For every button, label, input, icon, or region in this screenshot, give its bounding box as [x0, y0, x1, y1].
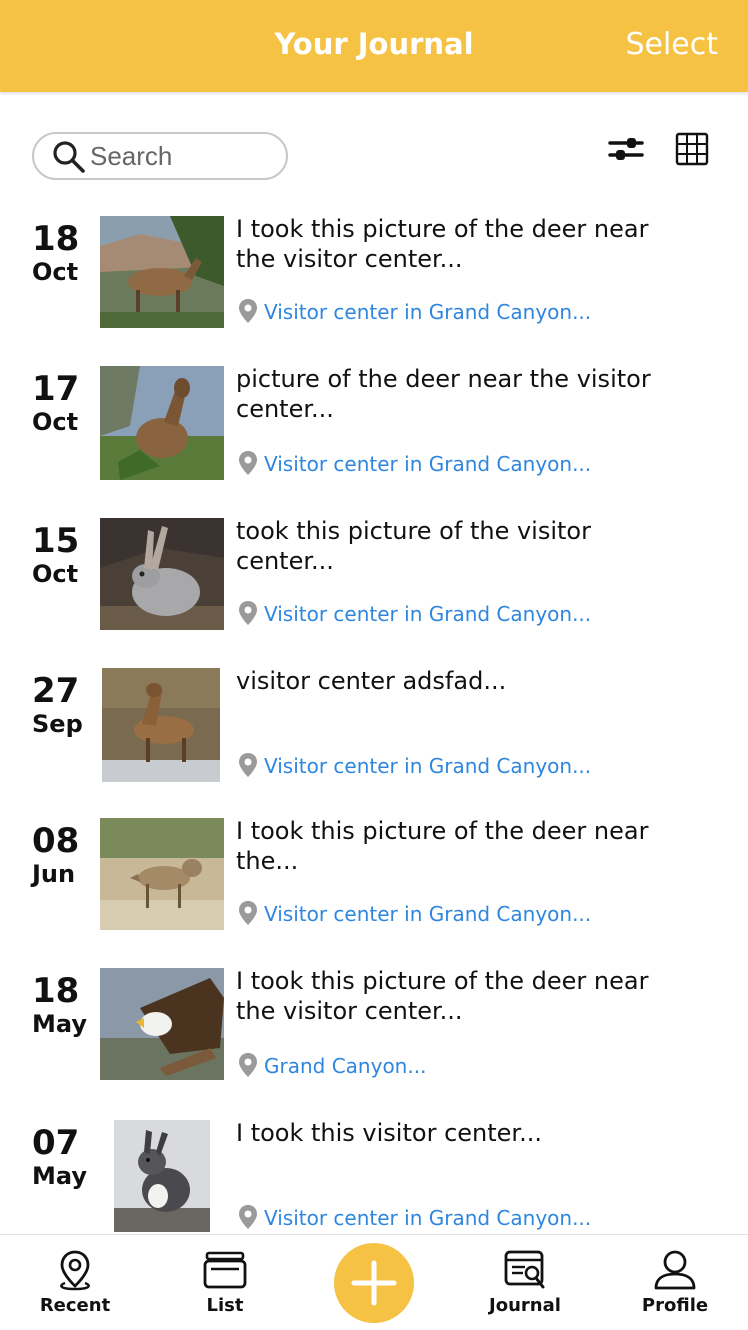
entry-month: May [32, 1162, 87, 1190]
journal-list: 18 Oct I took this picture of the deer n… [0, 200, 748, 1234]
entry-text: visitor center adsfad... [236, 667, 507, 695]
journal-entry[interactable]: 17 Oct picture of the deer near the visi… [0, 350, 748, 500]
entry-photo [100, 968, 224, 1080]
entry-photo [114, 1120, 210, 1232]
entry-date: 27 Sep [32, 672, 98, 738]
app-header: Your Journal Select [0, 0, 748, 92]
entry-location-label[interactable]: Visitor center in Grand Canyon... [264, 602, 591, 626]
tab-label: Journal [489, 1295, 561, 1316]
location-pin-icon [60, 1250, 90, 1291]
entry-text: took this picture of the visitor center.… [236, 517, 591, 575]
entry-month: Oct [32, 560, 79, 588]
filter-button[interactable] [606, 131, 646, 167]
journal-entry[interactable]: 15 Oct took this picture of the visitor … [0, 502, 748, 652]
grid-view-button[interactable] [674, 131, 714, 167]
entry-day: 07 [32, 1123, 80, 1163]
entry-month: Jun [32, 860, 76, 888]
entry-day: 27 [32, 671, 80, 711]
entry-location[interactable]: Visitor center in Grand Canyon... [236, 752, 696, 780]
entry-text: I took this picture of the deer near the… [236, 967, 649, 1025]
entry-month: Oct [32, 258, 79, 286]
tab-label: List [206, 1295, 244, 1316]
entry-location-label[interactable]: Visitor center in Grand Canyon... [264, 902, 591, 926]
plus-icon [351, 1260, 397, 1306]
tab-list[interactable]: List [170, 1249, 280, 1325]
entry-location-label[interactable]: Visitor center in Grand Canyon... [264, 300, 591, 324]
bottom-tab-bar: Recent List Journal Profile [0, 1234, 748, 1330]
tab-journal[interactable]: Journal [470, 1249, 580, 1325]
search-icon [53, 141, 85, 173]
journal-search-icon [504, 1250, 545, 1289]
entry-day: 08 [32, 821, 80, 861]
entry-text: picture of the deer near the visitor cen… [236, 365, 651, 423]
select-button[interactable]: Select [625, 27, 718, 62]
sliders-icon [608, 138, 644, 160]
entry-photo [100, 366, 224, 480]
entry-location[interactable]: Visitor center in Grand Canyon... [236, 1204, 696, 1232]
grid-icon [675, 132, 709, 166]
entry-date: 15 Oct [32, 522, 98, 588]
entry-photo [100, 216, 224, 328]
journal-entry[interactable]: 18 Oct I took this picture of the deer n… [0, 200, 748, 350]
entry-location-label[interactable]: Grand Canyon... [264, 1054, 426, 1078]
entry-location[interactable]: Visitor center in Grand Canyon... [236, 450, 696, 478]
entry-location[interactable]: Visitor center in Grand Canyon... [236, 900, 696, 928]
entry-month: Oct [32, 408, 79, 436]
entry-text: I took this picture of the deer near the… [236, 817, 649, 875]
journal-entry[interactable]: 18 May I took this picture of the deer n… [0, 952, 748, 1102]
entry-photo [102, 668, 220, 782]
map-pin-icon [239, 753, 257, 777]
map-pin-icon [239, 299, 257, 323]
entry-month: May [32, 1010, 87, 1038]
journal-entry[interactable]: 27 Sep visitor center adsfad... Visitor … [0, 652, 748, 802]
search-box[interactable] [32, 132, 288, 180]
entry-day: 18 [32, 971, 80, 1011]
map-pin-icon [239, 1205, 257, 1229]
tab-recent[interactable]: Recent [20, 1249, 130, 1325]
map-pin-icon [239, 601, 257, 625]
entry-day: 18 [32, 219, 80, 259]
entry-date: 18 Oct [32, 220, 98, 286]
entry-month: Sep [32, 710, 83, 738]
map-pin-icon [239, 901, 257, 925]
entry-date: 17 Oct [32, 370, 98, 436]
search-input[interactable] [90, 141, 270, 171]
entry-text: I took this visitor center... [236, 1119, 542, 1147]
journal-entry[interactable]: 08 Jun I took this picture of the deer n… [0, 802, 748, 952]
entry-location-label[interactable]: Visitor center in Grand Canyon... [264, 1206, 591, 1230]
add-entry-button[interactable] [334, 1243, 414, 1323]
entry-photo [100, 818, 224, 930]
entry-day: 17 [32, 369, 80, 409]
map-pin-icon [239, 451, 257, 475]
entry-location-label[interactable]: Visitor center in Grand Canyon... [264, 452, 591, 476]
entry-text: I took this picture of the deer near the… [236, 215, 649, 273]
entry-date: 08 Jun [32, 822, 98, 888]
entry-date: 18 May [32, 972, 98, 1038]
entry-date: 07 May [32, 1124, 98, 1190]
entry-photo [100, 518, 224, 630]
entry-location[interactable]: Grand Canyon... [236, 1052, 696, 1080]
entry-day: 15 [32, 521, 80, 561]
tab-profile[interactable]: Profile [620, 1249, 730, 1325]
map-pin-icon [239, 1053, 257, 1077]
archive-box-icon [203, 1251, 247, 1289]
user-icon [654, 1250, 696, 1290]
journal-entry[interactable]: 07 May I took this visitor center... Vis… [0, 1104, 748, 1234]
tab-label: Recent [39, 1295, 111, 1316]
entry-location[interactable]: Visitor center in Grand Canyon... [236, 298, 696, 326]
tab-label: Profile [641, 1295, 709, 1316]
entry-location-label[interactable]: Visitor center in Grand Canyon... [264, 754, 591, 778]
entry-location[interactable]: Visitor center in Grand Canyon... [236, 600, 696, 628]
